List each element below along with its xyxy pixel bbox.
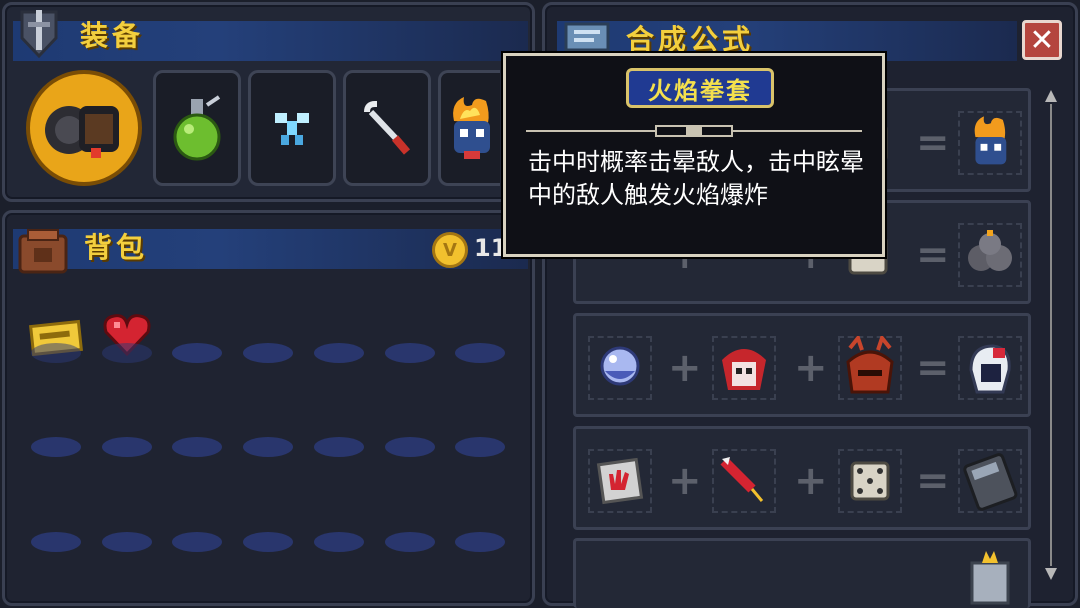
blue-flame-gauntlet-icon xyxy=(452,97,490,159)
empty-slot[interactable] xyxy=(385,343,435,363)
empty-slot[interactable] xyxy=(314,437,364,457)
recipe-row[interactable]: + + = xyxy=(573,313,1031,417)
recipe-ingredient[interactable] xyxy=(838,449,902,513)
empty-slot[interactable] xyxy=(102,343,152,363)
empty-slot[interactable] xyxy=(385,437,435,457)
plus-sign: + xyxy=(668,345,702,391)
recipe-row[interactable] xyxy=(573,538,1031,608)
demon-mask-icon xyxy=(722,349,766,390)
empty-slot[interactable] xyxy=(455,343,505,363)
dice-icon xyxy=(850,461,890,501)
firework-rocket-icon xyxy=(720,457,764,502)
empty-slot[interactable] xyxy=(31,343,81,363)
equipment-slot-gauntlet[interactable] xyxy=(438,70,500,186)
fairy-icon xyxy=(275,113,309,145)
empty-slot[interactable] xyxy=(455,532,505,552)
empty-slot[interactable] xyxy=(385,532,435,552)
recipe-ingredient[interactable] xyxy=(712,449,776,513)
equipped-weapon-slot[interactable] xyxy=(26,70,142,186)
recipe-ingredient[interactable] xyxy=(588,449,652,513)
empty-slot[interactable] xyxy=(455,437,505,457)
recipe-ingredient[interactable] xyxy=(838,336,902,400)
empty-slot[interactable] xyxy=(243,437,293,457)
recipes-scrollbar[interactable] xyxy=(1045,90,1057,580)
recipe-row[interactable]: + + = xyxy=(573,426,1031,530)
samurai-helmet-icon xyxy=(846,336,894,394)
recipe-book-icon xyxy=(562,20,612,54)
item-tooltip: 火焰拳套 击中时概率击晕敌人，击中眩晕中的敌人触发火焰爆炸 xyxy=(503,53,885,257)
coin-icon: V xyxy=(432,232,468,268)
backpack-icon xyxy=(16,228,70,274)
equipment-slot-crowbar[interactable] xyxy=(343,70,431,186)
empty-slot[interactable] xyxy=(31,532,81,552)
recipe-result[interactable] xyxy=(958,547,1022,608)
recipe-result[interactable] xyxy=(958,336,1022,400)
equals-sign: = xyxy=(916,232,950,278)
empty-slot[interactable] xyxy=(243,343,293,363)
tooltip-title: 火焰拳套 xyxy=(648,76,752,105)
robot-icon xyxy=(970,551,1010,605)
scroll-down-arrow-icon[interactable] xyxy=(1045,568,1057,580)
bomb-cluster-icon xyxy=(968,230,1012,271)
calculator-icon xyxy=(963,453,1018,511)
crystal-ball-icon xyxy=(600,346,640,386)
recipes-title: 合成公式 xyxy=(626,23,755,56)
sword-shield-icon xyxy=(18,8,60,60)
equals-sign: = xyxy=(916,345,950,391)
plus-sign: + xyxy=(794,458,828,504)
equals-sign: = xyxy=(916,458,950,504)
empty-slot[interactable] xyxy=(172,532,222,552)
equals-sign: = xyxy=(916,120,950,166)
empty-slot[interactable] xyxy=(314,343,364,363)
recipe-result[interactable] xyxy=(958,223,1022,287)
empty-slot[interactable] xyxy=(243,532,293,552)
blue-flame-gauntlet-icon xyxy=(974,116,1007,165)
empty-slot[interactable] xyxy=(172,343,222,363)
flame-fist-icon xyxy=(45,106,119,158)
equipment-slot-potion[interactable] xyxy=(153,70,241,186)
scrollbar-track[interactable] xyxy=(1050,104,1052,566)
empty-slot[interactable] xyxy=(172,437,222,457)
tooltip-title-box: 火焰拳套 xyxy=(626,68,774,108)
empty-slot[interactable] xyxy=(102,437,152,457)
crowbar-icon xyxy=(364,101,411,155)
plus-sign: + xyxy=(794,345,828,391)
empty-slot[interactable] xyxy=(314,532,364,552)
red-hand-sign-icon xyxy=(596,457,644,505)
empty-slot[interactable] xyxy=(31,437,81,457)
close-button[interactable]: ✕ xyxy=(1022,20,1062,60)
recipe-result[interactable] xyxy=(958,449,1022,513)
scroll-up-arrow-icon[interactable] xyxy=(1045,90,1057,102)
tooltip-description: 击中时概率击晕敌人，击中眩晕中的敌人触发火焰爆炸 xyxy=(528,148,864,209)
backpack-title: 背包 xyxy=(84,231,149,264)
equipment-title: 装备 xyxy=(80,19,145,52)
green-potion-icon xyxy=(173,95,221,161)
recipe-result[interactable] xyxy=(958,111,1022,175)
empty-slot[interactable] xyxy=(102,532,152,552)
equipment-slot-fairy[interactable] xyxy=(248,70,336,186)
tooltip-divider xyxy=(526,122,862,137)
recipe-ingredient[interactable] xyxy=(712,336,776,400)
plus-sign: + xyxy=(668,458,702,504)
recipe-ingredient[interactable] xyxy=(588,336,652,400)
ghost-mask-icon xyxy=(969,344,1011,394)
